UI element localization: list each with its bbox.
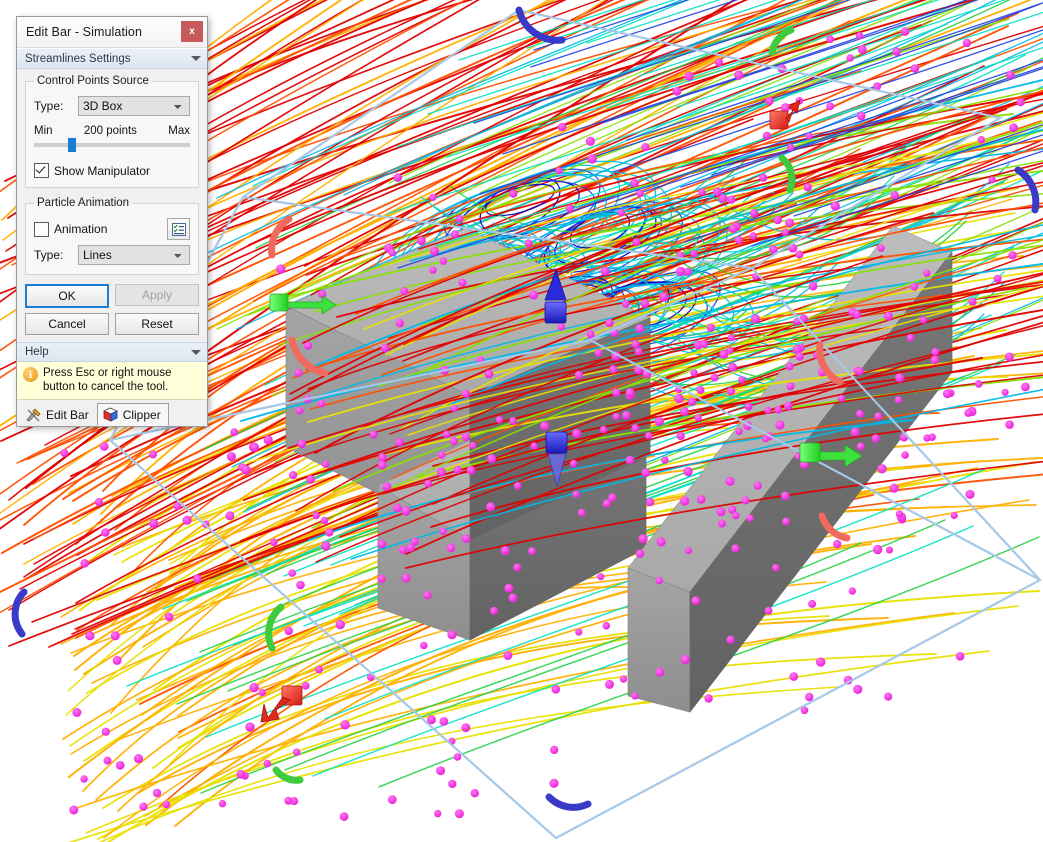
help-body: i Press Esc or right mouse button to can… [17, 362, 207, 400]
tab-edit-bar-label: Edit Bar [46, 408, 89, 422]
clipper-cube-icon [103, 407, 119, 422]
help-header[interactable]: Help [17, 342, 207, 362]
points-slider[interactable] [34, 138, 190, 152]
ok-button[interactable]: OK [25, 284, 109, 308]
particle-type-select[interactable]: Lines [78, 245, 190, 265]
edit-bar-dialog[interactable]: Edit Bar - Simulation x Streamlines Sett… [16, 16, 208, 427]
streamlines-settings-header[interactable]: Streamlines Settings [17, 48, 207, 69]
points-slider-rail[interactable] [34, 143, 190, 147]
particle-type-row: Type: Lines [34, 245, 190, 265]
streamlines-settings-label: Streamlines Settings [25, 53, 191, 65]
cancel-button[interactable]: Cancel [25, 313, 109, 335]
animation-settings-glyph [172, 223, 186, 236]
reset-button[interactable]: Reset [115, 313, 199, 335]
points-slider-labels: Min 200 points Max [34, 125, 190, 137]
animation-checkbox[interactable] [34, 222, 49, 237]
source-type-select[interactable]: 3D Box [78, 96, 190, 116]
tab-clipper[interactable]: Clipper [97, 403, 169, 426]
slider-max-label: Max [168, 125, 190, 137]
slider-value-label: 200 points [84, 125, 137, 137]
tools-icon [26, 408, 42, 422]
control-points-source-legend: Control Points Source [34, 75, 152, 87]
chevron-down-icon[interactable] [191, 56, 201, 61]
animation-settings-icon[interactable] [167, 218, 190, 240]
slider-min-label: Min [34, 125, 53, 137]
tab-edit-bar[interactable]: Edit Bar [20, 404, 97, 426]
streamlines-settings-body: Control Points Source Type: 3D Box Min 2… [17, 69, 207, 342]
info-icon: i [23, 367, 38, 382]
close-icon[interactable]: x [181, 21, 203, 42]
apply-button: Apply [115, 284, 199, 306]
show-manipulator-checkbox[interactable] [34, 163, 49, 178]
help-text: Press Esc or right mouse button to cance… [43, 366, 201, 394]
show-manipulator-label: Show Manipulator [54, 164, 150, 178]
particle-animation-group: Particle Animation Animation [25, 197, 199, 275]
particle-animation-legend: Particle Animation [34, 197, 132, 209]
help-label: Help [25, 346, 191, 358]
animation-label: Animation [54, 222, 107, 236]
source-type-row: Type: 3D Box [34, 96, 190, 116]
particle-type-label: Type: [34, 248, 78, 262]
dialog-titlebar[interactable]: Edit Bar - Simulation x [17, 17, 207, 48]
show-manipulator-row[interactable]: Show Manipulator [34, 163, 190, 178]
points-slider-thumb[interactable] [68, 138, 76, 152]
control-points-source-group: Control Points Source Type: 3D Box Min 2… [25, 75, 199, 188]
tab-clipper-label: Clipper [123, 408, 161, 422]
chevron-down-icon[interactable] [191, 350, 201, 355]
animation-row[interactable]: Animation [34, 218, 190, 240]
source-type-label: Type: [34, 99, 78, 113]
dialog-buttons: OK Apply Cancel Reset [25, 284, 199, 335]
dialog-title: Edit Bar - Simulation [26, 25, 142, 39]
dialog-tabbar[interactable]: Edit Bar Clipper [17, 400, 207, 426]
